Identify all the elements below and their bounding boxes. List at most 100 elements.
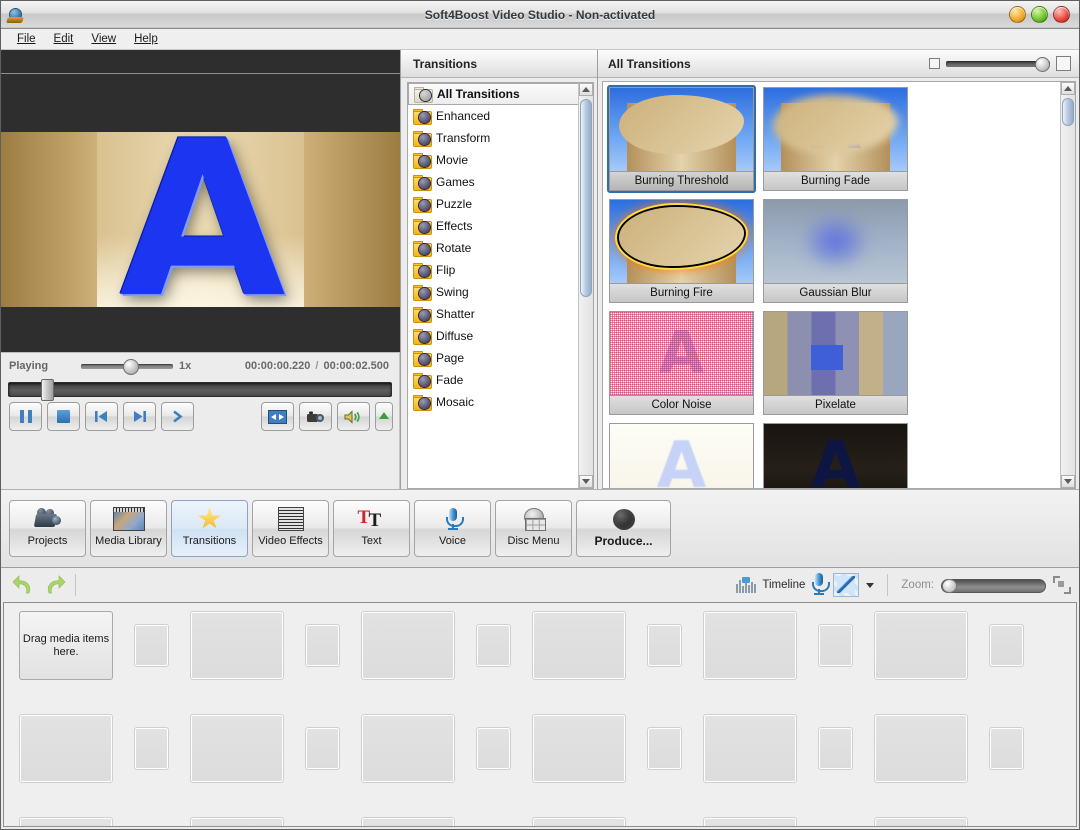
storyboard-clip-slot[interactable] — [361, 817, 455, 827]
transition-burning-fade[interactable]: ABurning Fade — [761, 85, 910, 193]
tab-text[interactable]: TT Text — [333, 500, 410, 557]
category-item-flip[interactable]: Flip — [408, 259, 579, 281]
storyboard-clip-slot[interactable] — [703, 714, 797, 783]
record-voice-button[interactable] — [812, 573, 826, 598]
storyboard-clip-slot[interactable] — [703, 817, 797, 827]
menu-file[interactable]: File — [8, 31, 45, 47]
transition-flash-dark[interactable]: AFlash Dark — [761, 421, 910, 488]
storyboard-transition-slot[interactable] — [818, 727, 853, 770]
tab-projects[interactable]: Projects — [9, 500, 86, 557]
category-item-swing[interactable]: Swing — [408, 281, 579, 303]
storyboard-clip-slot[interactable] — [19, 714, 113, 783]
previous-frame-button[interactable] — [85, 402, 118, 431]
zoom-slider[interactable] — [941, 578, 1046, 592]
play-forward-button[interactable] — [161, 402, 194, 431]
pencil-button[interactable] — [833, 573, 859, 597]
chevron-down-icon[interactable] — [866, 583, 874, 588]
speed-slider[interactable] — [81, 360, 173, 372]
category-item-diffuse[interactable]: Diffuse — [408, 325, 579, 347]
transition-gaussian-blur[interactable]: Gaussian Blur — [761, 197, 910, 305]
storyboard-drop-target[interactable]: Drag media items here. — [19, 611, 113, 680]
tab-media-library[interactable]: Media Library — [90, 500, 167, 557]
storyboard-clip-slot[interactable] — [532, 714, 626, 783]
storyboard-clip-slot[interactable] — [190, 611, 284, 680]
zoom-slider-handle[interactable] — [942, 579, 957, 593]
storyboard-clip-slot[interactable] — [190, 817, 284, 827]
thumbnail-size-slider[interactable] — [946, 57, 1050, 70]
redo-button[interactable] — [39, 572, 69, 598]
category-item-rotate[interactable]: Rotate — [408, 237, 579, 259]
storyboard-transition-slot[interactable] — [305, 727, 340, 770]
transition-flash-light[interactable]: AFlash Light — [607, 421, 756, 488]
category-list[interactable]: All TransitionsEnhancedTransformMovieGam… — [408, 83, 579, 488]
large-thumbnail-checkbox[interactable] — [1056, 56, 1071, 71]
timeline-mode-button[interactable]: Timeline — [736, 577, 805, 593]
grid-scroll-down-button[interactable] — [1061, 475, 1075, 488]
category-item-fade[interactable]: Fade — [408, 369, 579, 391]
undo-button[interactable] — [9, 572, 39, 598]
minimize-button[interactable] — [1009, 6, 1026, 23]
volume-button[interactable] — [337, 402, 370, 431]
category-scroll-up-button[interactable] — [579, 83, 593, 96]
category-item-shatter[interactable]: Shatter — [408, 303, 579, 325]
pause-button[interactable] — [9, 402, 42, 431]
seek-bar[interactable] — [8, 379, 392, 397]
storyboard-transition-slot[interactable] — [476, 727, 511, 770]
category-scroll-down-button[interactable] — [579, 475, 593, 488]
next-frame-button[interactable] — [123, 402, 156, 431]
storyboard-clip-slot[interactable] — [190, 714, 284, 783]
transition-color-noise[interactable]: AColor Noise — [607, 309, 756, 417]
menu-help[interactable]: Help — [125, 31, 167, 47]
video-preview[interactable]: A — [1, 50, 400, 353]
small-thumbnail-checkbox[interactable] — [929, 58, 940, 69]
volume-level-button[interactable] — [375, 402, 393, 431]
grid-scrollbar[interactable] — [1060, 82, 1075, 488]
snapshot-button[interactable] — [299, 402, 332, 431]
storyboard-clip-slot[interactable] — [19, 817, 113, 827]
storyboard-transition-slot[interactable] — [134, 727, 169, 770]
category-item-effects[interactable]: Effects — [408, 215, 579, 237]
storyboard-transition-slot[interactable] — [989, 624, 1024, 667]
transition-burning-threshold[interactable]: ABurning Threshold — [607, 85, 756, 193]
fullscreen-button[interactable] — [261, 402, 294, 431]
storyboard-transition-slot[interactable] — [476, 624, 511, 667]
category-item-transform[interactable]: Transform — [408, 127, 579, 149]
close-button[interactable] — [1053, 6, 1070, 23]
storyboard-clip-slot[interactable] — [874, 611, 968, 680]
category-item-mosaic[interactable]: Mosaic — [408, 391, 579, 413]
category-scrollbar[interactable] — [578, 83, 593, 488]
category-item-enhanced[interactable]: Enhanced — [408, 105, 579, 127]
category-item-page[interactable]: Page — [408, 347, 579, 369]
tab-voice[interactable]: Voice — [414, 500, 491, 557]
storyboard-area[interactable]: Drag media items here. — [3, 602, 1077, 827]
category-item-movie[interactable]: Movie — [408, 149, 579, 171]
tab-disc-menu[interactable]: Disc Menu — [495, 500, 572, 557]
grid-scroll-up-button[interactable] — [1061, 82, 1075, 95]
storyboard-clip-slot[interactable] — [361, 611, 455, 680]
fit-to-window-button[interactable] — [1053, 576, 1071, 594]
transition-burning-fire[interactable]: ABurning Fire — [607, 197, 756, 305]
storyboard-transition-slot[interactable] — [647, 624, 682, 667]
storyboard-clip-slot[interactable] — [874, 817, 968, 827]
storyboard-transition-slot[interactable] — [818, 624, 853, 667]
storyboard-clip-slot[interactable] — [532, 817, 626, 827]
transition-pixelate[interactable]: Pixelate — [761, 309, 910, 417]
storyboard-transition-slot[interactable] — [647, 727, 682, 770]
maximize-button[interactable] — [1031, 6, 1048, 23]
storyboard-clip-slot[interactable] — [361, 714, 455, 783]
menu-view[interactable]: View — [82, 31, 125, 47]
menu-edit[interactable]: Edit — [45, 31, 83, 47]
tab-video-effects[interactable]: Video Effects — [252, 500, 329, 557]
category-item-all-transitions[interactable]: All Transitions — [408, 83, 579, 105]
category-scroll-thumb[interactable] — [580, 99, 592, 297]
storyboard-clip-slot[interactable] — [703, 611, 797, 680]
storyboard-transition-slot[interactable] — [305, 624, 340, 667]
storyboard-clip-slot[interactable] — [874, 714, 968, 783]
grid-scroll-thumb[interactable] — [1062, 98, 1074, 126]
storyboard-transition-slot[interactable] — [989, 727, 1024, 770]
grid-scroll-area[interactable]: ABurning ThresholdABurning FadeABurning … — [603, 82, 1060, 488]
tab-transitions[interactable]: Transitions — [171, 500, 248, 557]
stop-button[interactable] — [47, 402, 80, 431]
storyboard-clip-slot[interactable] — [532, 611, 626, 680]
storyboard-transition-slot[interactable] — [134, 624, 169, 667]
